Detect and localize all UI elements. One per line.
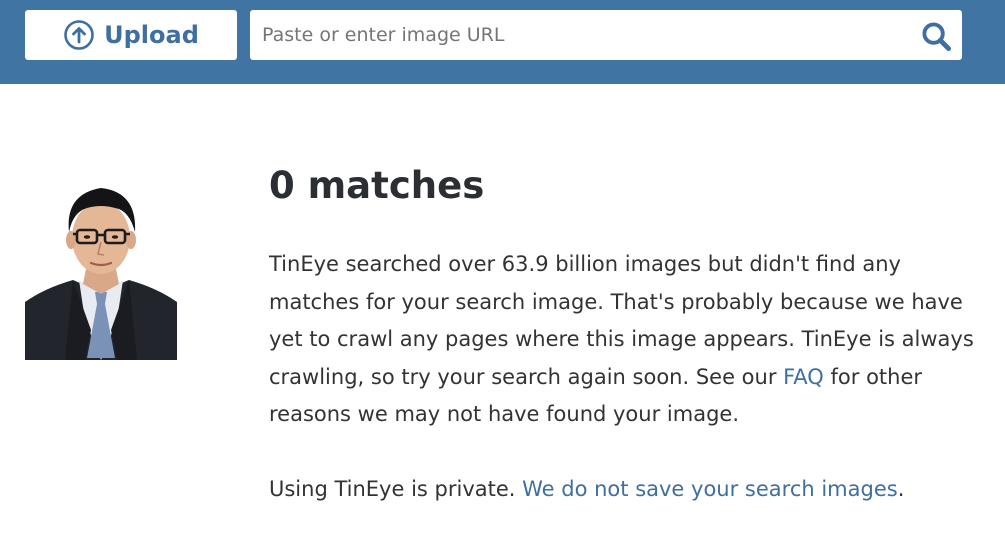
results-panel: 0 matches TinEye searched over 63.9 bill… bbox=[269, 160, 989, 508]
no-matches-explanation: TinEye searched over 63.9 billion images… bbox=[269, 246, 989, 434]
magnifier-icon bbox=[921, 21, 951, 51]
privacy-tail: . bbox=[897, 476, 905, 501]
query-image-thumbnail bbox=[25, 180, 177, 360]
upload-button[interactable]: Upload bbox=[25, 10, 237, 60]
search-button[interactable] bbox=[918, 18, 954, 54]
upload-label: Upload bbox=[104, 21, 199, 49]
arrow-up-circle-icon bbox=[64, 20, 94, 50]
image-url-input[interactable] bbox=[250, 10, 890, 60]
privacy-text: Using TinEye is private. bbox=[269, 476, 516, 501]
search-box bbox=[250, 10, 962, 60]
match-count-heading: 0 matches bbox=[269, 164, 485, 207]
privacy-note: Using TinEye is private. We do not save … bbox=[269, 471, 989, 509]
header-bar: Upload bbox=[0, 0, 1005, 84]
portrait-photo bbox=[25, 180, 177, 360]
privacy-link[interactable]: We do not save your search images bbox=[522, 477, 898, 501]
faq-link[interactable]: FAQ bbox=[783, 365, 824, 389]
